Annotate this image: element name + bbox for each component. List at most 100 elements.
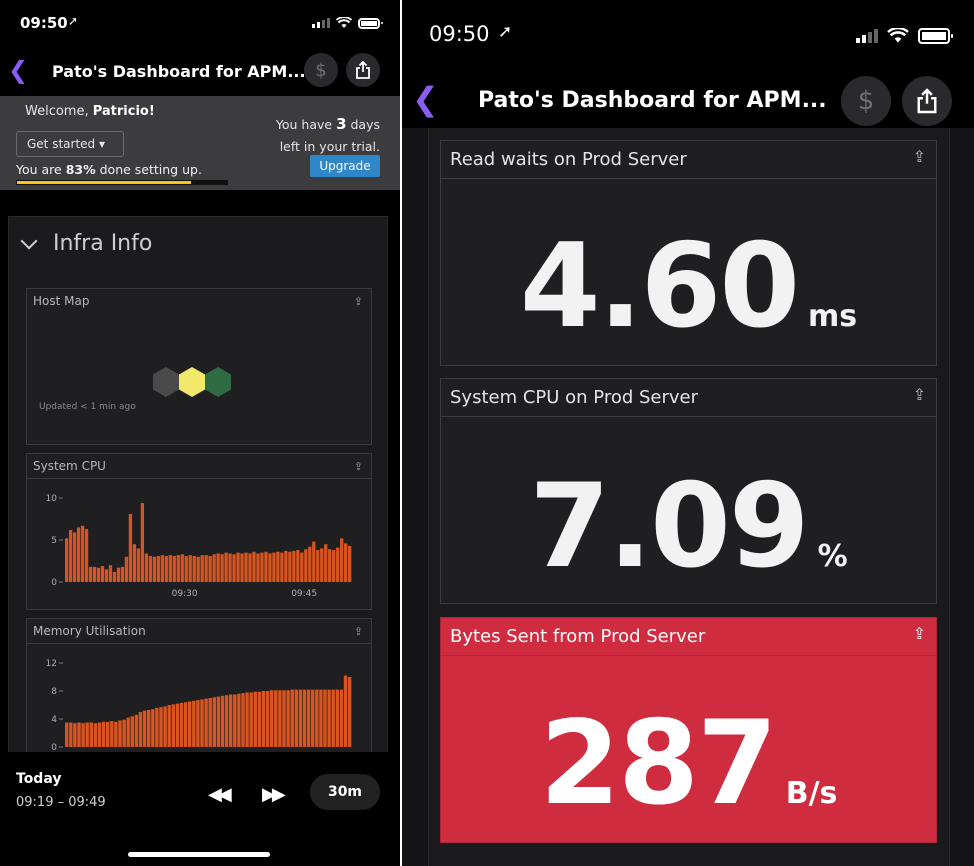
chart-bar[interactable] (84, 529, 89, 582)
chart-bar[interactable] (168, 555, 172, 582)
host-hexagon[interactable] (179, 367, 205, 397)
chart-bar[interactable] (286, 690, 290, 747)
chart-bar[interactable] (316, 550, 320, 582)
chart-bar[interactable] (156, 555, 160, 582)
chart-bar[interactable] (216, 696, 221, 747)
chart-bar[interactable] (228, 553, 232, 582)
chart-bar[interactable] (188, 555, 192, 582)
chart-bar[interactable] (253, 691, 257, 747)
chart-bar[interactable] (315, 689, 319, 747)
chart-bar[interactable] (241, 693, 245, 747)
chart-bar[interactable] (183, 702, 188, 747)
chart-bar[interactable] (233, 694, 237, 748)
widget-share-icon[interactable]: ⇪ (354, 460, 363, 473)
chart-bar[interactable] (249, 692, 253, 747)
chart-bar[interactable] (68, 529, 73, 582)
chart-bar[interactable] (272, 552, 276, 582)
chart-bar[interactable] (126, 717, 130, 747)
chart-bar[interactable] (292, 550, 296, 582)
system-cpu-widget[interactable]: System CPU ⇪ 10 5 0 09:30 09:45 (26, 453, 372, 610)
chart-bar[interactable] (163, 706, 167, 747)
chart-bar[interactable] (276, 551, 280, 582)
timespan-button[interactable]: 30m (310, 774, 380, 810)
chart-bar[interactable] (118, 720, 122, 747)
chart-bar[interactable] (104, 569, 109, 582)
chart-bar[interactable] (69, 722, 73, 748)
chart-bar[interactable] (122, 719, 126, 747)
chart-bar[interactable] (284, 550, 288, 582)
chart-bar[interactable] (132, 544, 137, 582)
get-started-dropdown[interactable]: Get started ▾ (16, 131, 124, 157)
host-hexagon[interactable] (205, 367, 231, 397)
chart-bar[interactable] (344, 543, 348, 582)
host-hexagon[interactable] (153, 367, 179, 397)
chart-bar[interactable] (147, 709, 151, 747)
chart-bar[interactable] (260, 552, 264, 582)
chart-bar[interactable] (136, 548, 141, 582)
chart-bar[interactable] (224, 552, 228, 582)
chart-bar[interactable] (116, 567, 121, 582)
upgrade-button[interactable]: Upgrade (310, 155, 380, 177)
chart-bar[interactable] (320, 548, 324, 582)
chart-bar[interactable] (110, 721, 114, 747)
cost-button[interactable]: $ (841, 76, 891, 126)
chart-bar[interactable] (77, 722, 81, 748)
chart-bar[interactable] (73, 723, 77, 747)
chart-bar[interactable] (312, 541, 316, 582)
chart-bar[interactable] (244, 552, 248, 582)
chart-bar[interactable] (237, 693, 241, 747)
chart-bar[interactable] (76, 527, 81, 582)
chart-bar[interactable] (134, 714, 139, 747)
chart-bar[interactable] (348, 545, 352, 582)
chart-bar[interactable] (298, 689, 303, 747)
bytes-sent-widget[interactable]: Bytes Sent from Prod Server ⇪ 287 B/s (440, 617, 937, 843)
chart-bar[interactable] (224, 695, 229, 747)
chart-bar[interactable] (331, 689, 335, 747)
chart-bar[interactable] (101, 721, 106, 747)
chart-bar[interactable] (65, 538, 69, 582)
chart-bar[interactable] (212, 554, 216, 582)
widget-share-icon[interactable]: ⇪ (354, 295, 363, 308)
chart-bar[interactable] (108, 565, 113, 582)
share-button[interactable] (902, 76, 952, 126)
widget-share-icon[interactable]: ⇪ (354, 625, 363, 638)
chart-bar[interactable] (280, 552, 284, 582)
chart-bar[interactable] (268, 553, 272, 582)
chart-bar[interactable] (204, 555, 208, 582)
chart-bar[interactable] (88, 566, 93, 582)
chart-bar[interactable] (332, 550, 336, 582)
chart-bar[interactable] (220, 554, 224, 582)
chart-bar[interactable] (216, 553, 220, 582)
chart-bar[interactable] (89, 722, 93, 748)
chart-bar[interactable] (152, 556, 156, 582)
back-chevron-icon[interactable]: ❮ (412, 80, 439, 118)
chart-bar[interactable] (200, 555, 204, 582)
chart-bar[interactable] (171, 704, 175, 747)
chart-bar[interactable] (340, 538, 344, 582)
chart-bar[interactable] (296, 550, 300, 582)
chart-bar[interactable] (252, 551, 256, 582)
chart-bar[interactable] (274, 690, 278, 747)
chart-bar[interactable] (208, 698, 212, 747)
chart-bar[interactable] (236, 552, 240, 582)
chart-bar[interactable] (159, 707, 163, 747)
chart-bar[interactable] (204, 698, 208, 747)
chart-bar[interactable] (144, 553, 149, 582)
chart-bar[interactable] (288, 551, 292, 582)
chart-bar[interactable] (304, 549, 308, 582)
chart-bar[interactable] (196, 700, 200, 747)
system-cpu-value-widget[interactable]: System CPU on Prod Server ⇪ 7.09 % (440, 378, 937, 604)
chart-bar[interactable] (65, 722, 69, 748)
chart-bar[interactable] (92, 566, 97, 582)
chart-bar[interactable] (179, 702, 184, 747)
chart-bar[interactable] (160, 555, 164, 582)
chart-bar[interactable] (120, 566, 125, 582)
chart-bar[interactable] (142, 710, 147, 747)
cost-button[interactable]: $ (304, 53, 338, 87)
chart-bar[interactable] (311, 689, 315, 747)
group-header[interactable]: Infra Info (20, 231, 152, 256)
chart-bar[interactable] (97, 722, 102, 748)
chart-bar[interactable] (208, 555, 212, 582)
chart-bar[interactable] (339, 689, 344, 747)
chart-bar[interactable] (302, 689, 307, 747)
